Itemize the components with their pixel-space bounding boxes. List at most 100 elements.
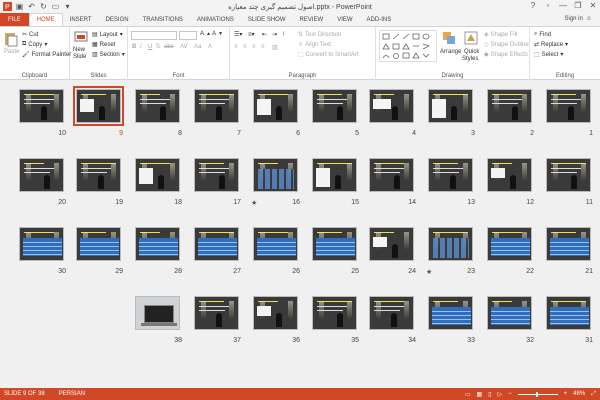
font-name-combobox[interactable] xyxy=(131,31,177,40)
slide-thumbnail-15[interactable] xyxy=(312,158,357,192)
bold-button[interactable]: B xyxy=(132,44,136,50)
shadow-button[interactable]: S xyxy=(156,44,160,50)
arrange-label[interactable]: Arrange xyxy=(440,49,461,55)
new-slide-label[interactable]: New xyxy=(73,47,85,53)
character-spacing-icon[interactable]: AV xyxy=(180,44,188,50)
layout-button[interactable]: ▤ Layout ▾ xyxy=(92,31,123,39)
tab-animations[interactable]: ANIMATIONS xyxy=(190,13,241,26)
slide-thumbnail-9[interactable] xyxy=(73,86,124,126)
slideshow-view-icon[interactable]: ▷ xyxy=(498,391,503,398)
slide-thumbnail-5[interactable] xyxy=(312,89,357,123)
slide-thumbnail-36[interactable] xyxy=(253,296,298,330)
close-button[interactable]: ✕ xyxy=(588,1,598,10)
slide-thumbnail-1[interactable] xyxy=(546,89,591,123)
shapes-gallery[interactable] xyxy=(379,30,437,62)
customize-qat-icon[interactable]: ▾ xyxy=(63,2,72,11)
tab-add-ins[interactable]: ADD-INS xyxy=(360,13,399,26)
font-size-combobox[interactable] xyxy=(179,31,197,40)
undo-icon[interactable]: ↶ xyxy=(27,2,36,11)
slide-thumbnail-33[interactable] xyxy=(428,296,473,330)
zoom-in-button[interactable]: + xyxy=(564,391,568,397)
align-center-icon[interactable]: ≡ xyxy=(243,44,247,50)
slide-thumbnail-18[interactable] xyxy=(135,158,180,192)
new-slide-label-2[interactable]: Slide xyxy=(73,54,86,60)
slide-thumbnail-30[interactable] xyxy=(19,227,64,261)
align-text-button[interactable]: ⇳ Align Text xyxy=(298,41,331,49)
slide-sorter-view-icon[interactable]: ▦ xyxy=(477,391,483,398)
columns-icon[interactable]: ▥ xyxy=(272,44,278,51)
slide-thumbnail-29[interactable] xyxy=(76,227,121,261)
convert-smartart-button[interactable]: ⬚ Convert to SmartArt xyxy=(298,51,359,59)
slide-thumbnail-34[interactable] xyxy=(369,296,414,330)
start-slideshow-icon[interactable]: ▭ xyxy=(51,2,60,11)
slide-thumbnail-35[interactable] xyxy=(312,296,357,330)
format-painter-button[interactable]: 🖌 Format Painter xyxy=(22,51,71,59)
tab-design[interactable]: DESIGN xyxy=(99,13,136,26)
find-button[interactable]: ⌕ Find xyxy=(534,31,551,38)
tab-slide-show[interactable]: SLIDE SHOW xyxy=(241,13,293,26)
underline-button[interactable]: U xyxy=(148,44,152,50)
redo-icon[interactable]: ↻ xyxy=(39,2,48,11)
shrink-font-icon[interactable]: A ▼ xyxy=(212,31,223,37)
align-left-icon[interactable]: ≡ xyxy=(234,44,238,50)
slide-thumbnail-25[interactable] xyxy=(312,227,357,261)
increase-indent-icon[interactable]: ⇥ xyxy=(272,31,277,38)
language-status[interactable]: PERSIAN xyxy=(59,391,85,397)
slide-thumbnail-11[interactable] xyxy=(546,158,591,192)
bullets-icon[interactable]: ☰▾ xyxy=(234,31,242,38)
shape-outline-button[interactable]: ◇ Shape Outline xyxy=(484,41,529,49)
slide-thumbnail-37[interactable] xyxy=(194,296,239,330)
grow-font-icon[interactable]: A ▲ xyxy=(200,31,211,37)
slide-thumbnail-38[interactable] xyxy=(135,296,180,330)
shape-fill-button[interactable]: ◈ Shape Fill xyxy=(484,31,517,39)
slide-thumbnail-8[interactable] xyxy=(135,89,180,123)
tab-transitions[interactable]: TRANSITIONS xyxy=(136,13,190,26)
zoom-slider[interactable] xyxy=(517,391,558,397)
help-button[interactable]: ? xyxy=(528,1,538,10)
slide-thumbnail-17[interactable] xyxy=(194,158,239,192)
slide-thumbnail-22[interactable] xyxy=(487,227,532,261)
strikethrough-button[interactable]: abc xyxy=(164,44,174,50)
quick-styles-icon[interactable] xyxy=(464,31,478,45)
slide-thumbnail-24[interactable] xyxy=(369,227,414,261)
arrange-icon[interactable] xyxy=(442,31,456,45)
align-right-icon[interactable]: ≡ xyxy=(252,44,256,50)
slide-thumbnail-31[interactable] xyxy=(546,296,591,330)
line-spacing-icon[interactable]: ↕ xyxy=(282,31,285,37)
slide-thumbnail-4[interactable] xyxy=(369,89,414,123)
shape-effects-button[interactable]: ◆ Shape Effects xyxy=(484,51,528,59)
slide-thumbnail-20[interactable] xyxy=(19,158,64,192)
change-case-icon[interactable]: Aa xyxy=(194,44,201,50)
font-color-icon[interactable]: A xyxy=(208,44,212,50)
slide-thumbnail-19[interactable] xyxy=(76,158,121,192)
slide-thumbnail-21[interactable] xyxy=(546,227,591,261)
slide-thumbnail-16[interactable] xyxy=(253,158,298,192)
normal-view-icon[interactable]: ▭ xyxy=(465,391,471,398)
reading-view-icon[interactable]: ▯ xyxy=(488,391,491,398)
user-icon[interactable]: ☺ xyxy=(586,16,592,22)
section-button[interactable]: ▥ Section ▾ xyxy=(92,51,125,59)
slide-thumbnail-3[interactable] xyxy=(428,89,473,123)
decrease-indent-icon[interactable]: ⇤ xyxy=(262,31,267,38)
paste-button[interactable]: Paste xyxy=(4,49,19,55)
paste-icon[interactable] xyxy=(4,31,18,47)
sign-in-link[interactable]: Sign in xyxy=(565,16,583,22)
fit-to-window-icon[interactable]: ⤢ xyxy=(591,391,596,398)
slide-thumbnail-32[interactable] xyxy=(487,296,532,330)
italic-button[interactable]: I xyxy=(140,44,142,50)
slide-thumbnail-28[interactable] xyxy=(135,227,180,261)
tab-insert[interactable]: INSERT xyxy=(63,13,99,26)
zoom-out-button[interactable]: − xyxy=(508,391,512,397)
minimize-button[interactable]: — xyxy=(558,1,568,10)
slide-thumbnail-23[interactable] xyxy=(428,227,473,261)
slide-thumbnail-6[interactable] xyxy=(253,89,298,123)
tab-home[interactable]: HOME xyxy=(28,13,63,26)
slide-thumbnail-26[interactable] xyxy=(253,227,298,261)
slide-thumbnail-13[interactable] xyxy=(428,158,473,192)
slide-thumbnail-12[interactable] xyxy=(487,158,532,192)
cut-button[interactable]: ✂ Cut xyxy=(22,31,38,39)
quick-styles-label-2[interactable]: Styles xyxy=(462,56,478,62)
quick-styles-label[interactable]: Quick xyxy=(464,49,479,55)
ribbon-display-options-button[interactable]: ▫ xyxy=(543,1,553,10)
numbering-icon[interactable]: ≡▾ xyxy=(248,31,255,38)
